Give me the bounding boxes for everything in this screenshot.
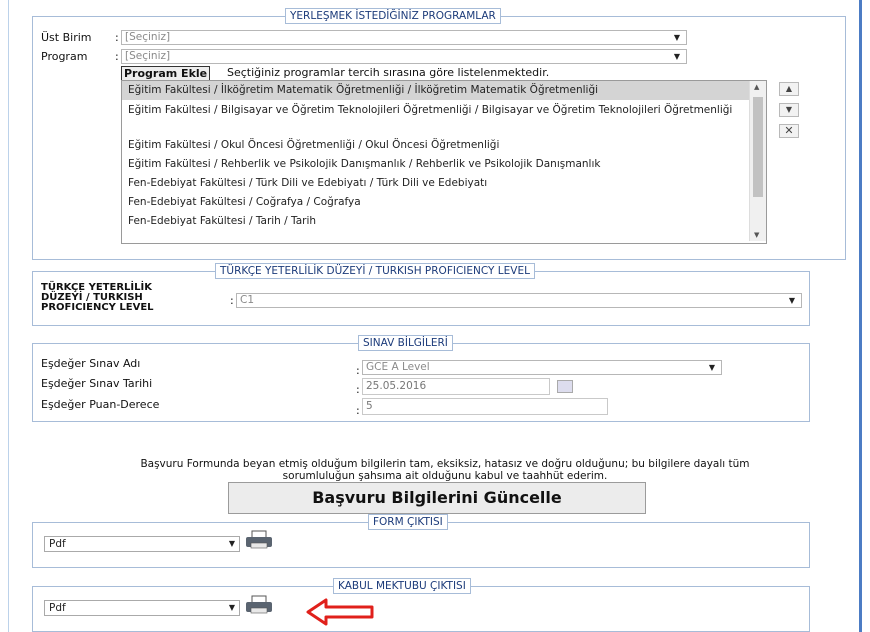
colon: : <box>356 364 360 377</box>
calendar-icon[interactable] <box>557 380 573 393</box>
list-item[interactable]: Eğitim Fakültesi / Bilgisayar ve Öğretim… <box>122 100 766 136</box>
declaration-text: Başvuru Formunda beyan etmiş olduğum bil… <box>55 458 835 482</box>
declaration-line: sorumluluğun şahsıma ait olduğunu kabul … <box>282 470 608 482</box>
chevron-down-icon: ▼ <box>228 539 235 548</box>
program-ekle-button[interactable]: Program Ekle <box>121 66 211 81</box>
ust-birim-label: Üst Birim <box>41 31 92 44</box>
colon: : <box>230 294 234 307</box>
scroll-up-icon[interactable]: ▲ <box>754 83 759 91</box>
colon: : <box>356 404 360 417</box>
list-item[interactable]: Fen-Edebiyat Fakültesi / Türk Dili ve Ed… <box>122 174 766 193</box>
list-item[interactable]: Fen-Edebiyat Fakültesi / Coğrafya / Coğr… <box>122 193 766 212</box>
colon: : <box>115 31 119 44</box>
ust-birim-select[interactable]: [Seçiniz] ▼ <box>121 30 687 45</box>
chevron-down-icon: ▼ <box>788 296 795 305</box>
list-item[interactable]: Eğitim Fakültesi / İlköğretim Matematik … <box>122 81 766 100</box>
red-arrow-icon <box>306 598 374 626</box>
colon: : <box>356 383 360 396</box>
colon: : <box>115 50 119 63</box>
remove-icon: ✕ <box>784 124 794 137</box>
chevron-down-icon: ▼ <box>673 33 680 42</box>
move-down-icon: ▼ <box>785 105 793 114</box>
programs-legend: YERLEŞMEK İSTEDİĞİNİZ PROGRAMLAR <box>285 8 501 24</box>
program-label: Program <box>41 50 88 63</box>
exam-score-input[interactable]: 5 <box>362 398 608 415</box>
program-select[interactable]: [Seçiniz] ▼ <box>121 49 687 64</box>
acceptance-output-format: Pdf <box>49 602 66 614</box>
exam-date-input[interactable]: 25.05.2016 <box>362 378 550 395</box>
chevron-down-icon: ▼ <box>673 52 680 61</box>
exam-score-label: Eşdeğer Puan-Derece <box>41 398 160 411</box>
move-down-button[interactable]: ▼ <box>779 103 799 117</box>
printer-icon[interactable] <box>244 530 274 550</box>
form-output-format: Pdf <box>49 538 66 550</box>
move-up-button[interactable]: ▲ <box>779 82 799 96</box>
list-item[interactable]: Fen-Edebiyat Fakültesi / Tarih / Tarih <box>122 212 766 231</box>
turkish-level-select[interactable]: C1 ▼ <box>236 293 802 308</box>
printer-icon[interactable] <box>244 595 274 615</box>
turkish-legend: TÜRKÇE YETERLİLİK DÜZEYİ / TURKISH PROFI… <box>215 263 535 279</box>
chevron-down-icon: ▼ <box>228 603 235 612</box>
program-value: [Seçiniz] <box>125 50 171 62</box>
acceptance-output-legend: KABUL MEKTUBU ÇIKTISI <box>333 578 471 594</box>
declaration-line: Başvuru Formunda beyan etmiş olduğum bil… <box>140 458 750 470</box>
chevron-down-icon: ▼ <box>708 363 715 372</box>
update-application-button[interactable]: Başvuru Bilgilerini Güncelle <box>228 482 646 514</box>
turkish-level-value: C1 <box>240 294 255 306</box>
scrollbar-thumb[interactable] <box>753 97 763 197</box>
label-line: PROFICIENCY LEVEL <box>41 302 154 313</box>
ust-birim-value: [Seçiniz] <box>125 31 171 43</box>
program-order-note: Seçtiğiniz programlar tercih sırasına gö… <box>227 66 550 79</box>
list-item[interactable]: Eğitim Fakültesi / Rehberlik ve Psikoloj… <box>122 155 766 174</box>
scroll-down-icon[interactable]: ▼ <box>754 231 759 239</box>
exam-name-select[interactable]: GCE A Level ▼ <box>362 360 722 375</box>
turkish-level-label: TÜRKÇE YETERLİLİK DÜZEYİ / TURKISH PROFI… <box>41 283 154 313</box>
exam-date-label: Eşdeğer Sınav Tarihi <box>41 377 153 390</box>
exam-name-label: Eşdeğer Sınav Adı <box>41 357 141 370</box>
selected-programs-list[interactable]: Eğitim Fakültesi / İlköğretim Matematik … <box>121 80 767 244</box>
remove-button[interactable]: ✕ <box>779 124 799 138</box>
list-item[interactable]: Eğitim Fakültesi / Okul Öncesi Öğretmenl… <box>122 136 766 155</box>
exam-name-value: GCE A Level <box>366 361 430 373</box>
exam-legend: SINAV BİLGİLERİ <box>358 335 453 351</box>
list-scrollbar[interactable]: ▲ ▼ <box>749 81 766 241</box>
acceptance-output-format-select[interactable]: Pdf ▼ <box>44 600 240 616</box>
form-output-format-select[interactable]: Pdf ▼ <box>44 536 240 552</box>
move-up-icon: ▲ <box>785 84 793 93</box>
form-output-legend: FORM ÇIKTISI <box>368 514 448 530</box>
